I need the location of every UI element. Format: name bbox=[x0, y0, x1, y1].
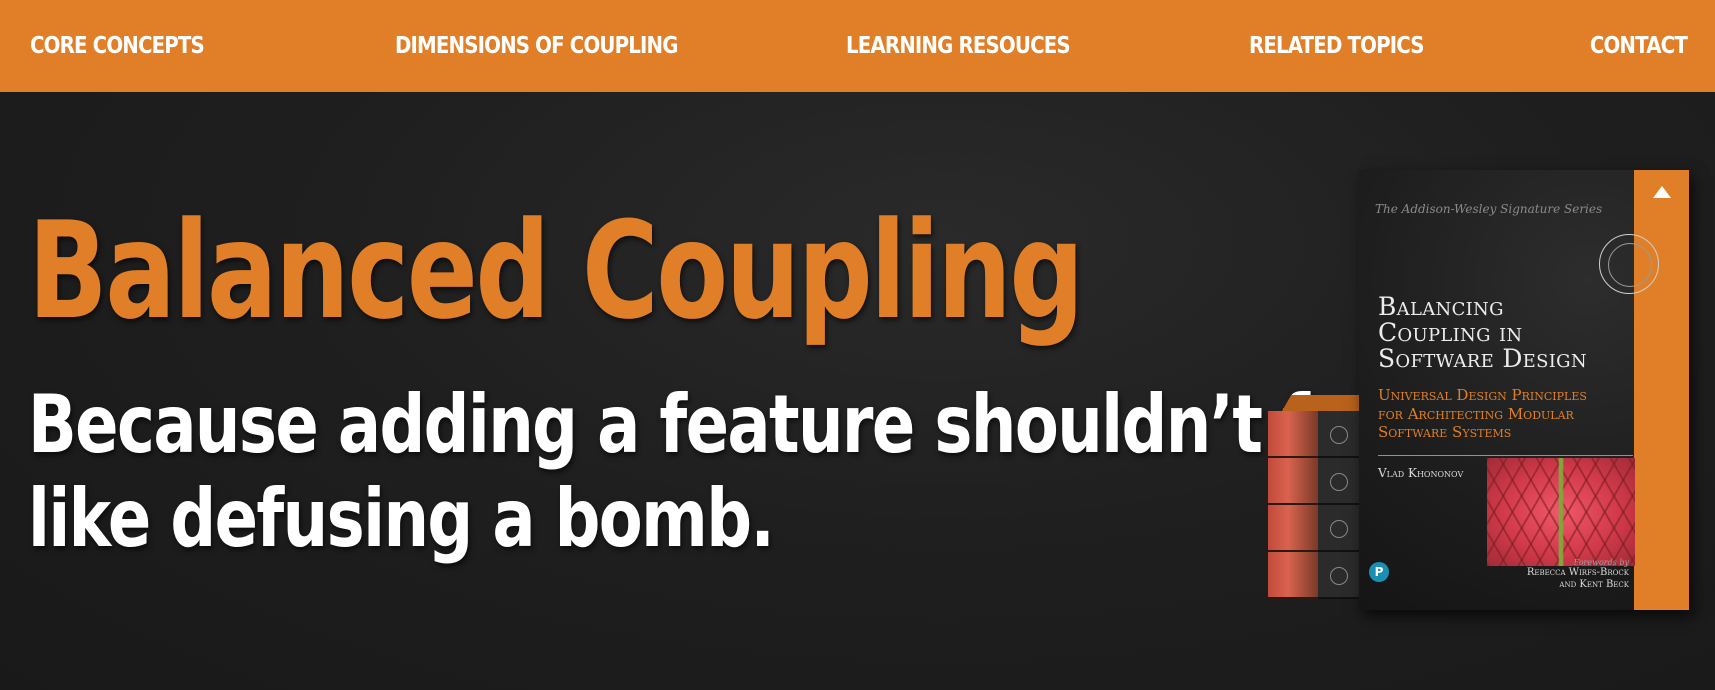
cover-subtitle-line-2: for Architecting Modular bbox=[1378, 404, 1574, 423]
cover-author: Vlad Khononov bbox=[1378, 466, 1464, 480]
book-spine bbox=[1318, 552, 1360, 599]
nav-contact[interactable]: CONTACT bbox=[1590, 30, 1688, 62]
book-edge bbox=[1268, 552, 1318, 599]
hero-subtitle: Because adding a feature shouldn’t feel … bbox=[28, 378, 1414, 566]
book-front-cover: The Addison-Wesley Signature Series Bala… bbox=[1359, 170, 1689, 610]
addison-wesley-logo-icon bbox=[1653, 186, 1671, 198]
nav-dimensions-of-coupling[interactable]: DIMENSIONS OF COUPLING bbox=[395, 30, 678, 62]
cover-leaf-image bbox=[1487, 458, 1635, 566]
cover-series-name: The Addison-Wesley Signature Series bbox=[1375, 202, 1603, 216]
cover-title-line-2: Coupling in bbox=[1378, 318, 1523, 347]
pearson-logo-icon: P bbox=[1369, 562, 1389, 582]
cover-title-line-1: Balancing bbox=[1378, 292, 1504, 321]
cover-title: Balancing Coupling in Software Design bbox=[1378, 294, 1618, 372]
book-stack-spines bbox=[1318, 411, 1360, 599]
top-navigation-bar: CORE CONCEPTS DIMENSIONS OF COUPLING LEA… bbox=[0, 0, 1715, 92]
book-edge bbox=[1268, 411, 1318, 458]
book-spine bbox=[1318, 505, 1360, 552]
hero-subtitle-line-2: like defusing a bomb. bbox=[28, 472, 775, 565]
nav-core-concepts[interactable]: CORE CONCEPTS bbox=[30, 30, 205, 62]
cover-subtitle-line-3: Software Systems bbox=[1378, 423, 1512, 441]
cover-title-line-3: Software Design bbox=[1378, 344, 1587, 373]
book-spine bbox=[1318, 458, 1360, 505]
book-edge bbox=[1268, 505, 1318, 552]
book-cover-image: The Addison-Wesley Signature Series Bala… bbox=[1264, 170, 1689, 614]
book-stack-page-edges bbox=[1268, 411, 1318, 599]
hero-title: Balanced Coupling bbox=[28, 193, 1084, 349]
hero-subtitle-line-1: Because adding a feature shouldn’t feel bbox=[28, 378, 1414, 471]
book-spine bbox=[1318, 411, 1360, 458]
book-stack bbox=[1268, 395, 1370, 599]
foreword-author-2: and Kent Beck bbox=[1559, 579, 1629, 590]
cover-subtitle: Universal Design Principles for Architec… bbox=[1378, 386, 1618, 442]
book-stack-top bbox=[1282, 395, 1370, 411]
cover-divider bbox=[1378, 455, 1633, 456]
signature-seal-icon bbox=[1599, 234, 1659, 294]
nav-related-topics[interactable]: RELATED TOPICS bbox=[1249, 30, 1425, 62]
cover-forewords: Forewords by Rebecca Wirfs-Brock and Ken… bbox=[1469, 558, 1629, 591]
cover-orange-band bbox=[1634, 170, 1689, 610]
book-edge bbox=[1268, 458, 1318, 505]
cover-subtitle-line-1: Universal Design Principles bbox=[1378, 386, 1587, 404]
foreword-author-1: Rebecca Wirfs-Brock bbox=[1526, 567, 1629, 578]
nav-learning-resources[interactable]: LEARNING RESOUCES bbox=[846, 30, 1071, 62]
foreword-label: Forewords by bbox=[1573, 558, 1629, 567]
